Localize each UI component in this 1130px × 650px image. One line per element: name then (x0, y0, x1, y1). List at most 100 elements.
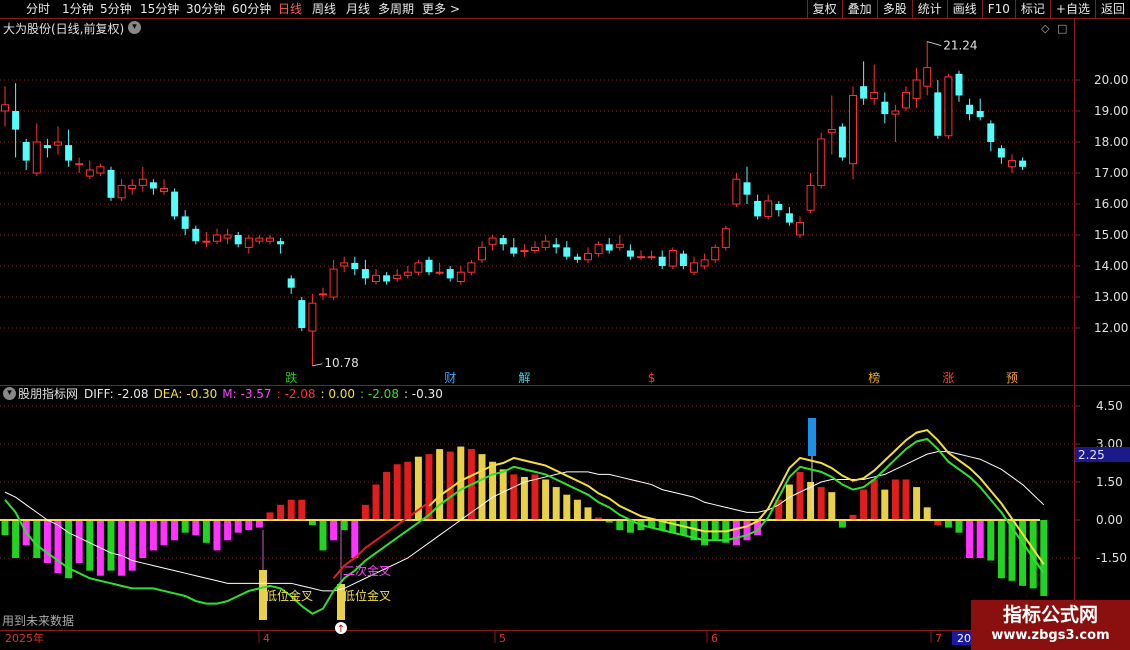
candle-body (849, 95, 857, 165)
histogram-bar (54, 520, 62, 574)
candle-body (775, 204, 783, 211)
histogram-bar (531, 474, 539, 520)
signal-bar-blue (808, 418, 816, 456)
time-axis-label: 4 (263, 632, 270, 645)
candle-body (626, 250, 634, 257)
candle-body (976, 111, 984, 118)
histogram-bar (361, 504, 369, 520)
candle-body (435, 271, 444, 274)
candle-body (700, 259, 709, 267)
time-axis-label: 6 (711, 632, 718, 645)
candle-body (711, 246, 720, 261)
high-price-label: 21.24 (943, 39, 977, 53)
time-axis-label: 2025年 (5, 631, 44, 645)
histogram-bar (616, 520, 624, 531)
histogram-bar (171, 520, 179, 541)
current-value-text: 2.25 (1078, 448, 1105, 462)
candle-body (1019, 160, 1027, 167)
candle-body (488, 237, 497, 245)
histogram-bar (393, 464, 401, 520)
candle-body (329, 268, 338, 298)
candle-body (541, 240, 550, 248)
histogram-bar (542, 479, 550, 520)
candle-body (987, 123, 995, 142)
histogram-bar (489, 461, 497, 520)
candle-body (22, 142, 30, 161)
candle-body (923, 67, 932, 87)
price-tick-label: 14.00 (1094, 259, 1128, 273)
histogram-bar (266, 512, 274, 520)
candle-body (934, 92, 942, 136)
histogram-bar (701, 520, 709, 546)
candle-body (1, 104, 9, 112)
candle-body (54, 141, 62, 146)
candle-body (754, 200, 762, 217)
candle-body (637, 256, 645, 259)
histogram-bar (425, 454, 433, 520)
candle-body (202, 240, 211, 243)
histogram-bar (997, 520, 1005, 579)
candle-body (552, 244, 560, 248)
candle-body (860, 86, 868, 99)
candle-body (531, 246, 539, 251)
candle-body (827, 129, 836, 134)
candle-body (563, 247, 571, 257)
candle-body (298, 300, 306, 328)
candle-body (902, 91, 910, 109)
histogram-bar (330, 520, 338, 541)
histogram-bar (669, 520, 677, 533)
histogram-bar (383, 471, 391, 520)
candle-body (223, 234, 232, 239)
histogram-bar (192, 520, 200, 536)
kline-chart[interactable]: 20.00 19.00 18.00 17.00 16.00 15.00 14.00 13.00… (0, 0, 1130, 650)
time-axis-label: 5 (499, 632, 506, 645)
price-tick-label: 17.00 (1094, 166, 1128, 180)
candle-body (351, 262, 359, 270)
histogram-bar (785, 484, 793, 520)
histogram-bar (33, 520, 41, 558)
histogram-bar (796, 471, 804, 520)
candle-body (319, 293, 327, 296)
histogram-bar (711, 520, 719, 541)
histogram-bar (923, 507, 931, 520)
histogram-bar (202, 520, 210, 543)
candle-body (192, 228, 200, 242)
histogram-bar (43, 520, 51, 564)
histogram-bar (902, 479, 910, 520)
watermark-url: www.zbgs3.com (991, 628, 1110, 643)
low-pointer (312, 363, 323, 367)
candle-body (891, 110, 900, 115)
alert-arrow-icon: ↑ (337, 624, 345, 635)
candle-body (171, 191, 179, 217)
candle-body (403, 271, 412, 276)
candle-body (870, 91, 879, 100)
candle-body (467, 262, 476, 273)
candle-body (615, 243, 624, 248)
candle-body (234, 235, 242, 245)
event-marker: 榜 (868, 370, 880, 385)
candle-body (966, 104, 974, 115)
candle-body (12, 111, 20, 130)
candle-body (584, 253, 592, 261)
candle-body (128, 184, 137, 189)
histogram-bar (743, 520, 751, 541)
candle-body (573, 256, 581, 260)
histogram-bar (1, 520, 9, 536)
candle-body (383, 275, 391, 282)
histogram-bar (181, 520, 189, 533)
candle-body (594, 243, 603, 255)
candle-body (944, 76, 953, 137)
histogram-bar (499, 469, 507, 520)
candle-body (181, 216, 189, 229)
indicator-tick-label: 4.50 (1096, 399, 1123, 413)
candle-body (955, 73, 963, 96)
low-price-label: 10.78 (324, 356, 358, 370)
histogram-bar (340, 520, 348, 531)
histogram-bar (478, 454, 486, 520)
histogram-bar (128, 520, 136, 571)
price-tick-label: 12.00 (1094, 321, 1128, 335)
golden-cross-label: 低位金叉 (265, 588, 313, 603)
histogram-bar (1040, 520, 1048, 596)
event-marker: 跌 (285, 370, 297, 385)
histogram-bar (319, 520, 327, 551)
